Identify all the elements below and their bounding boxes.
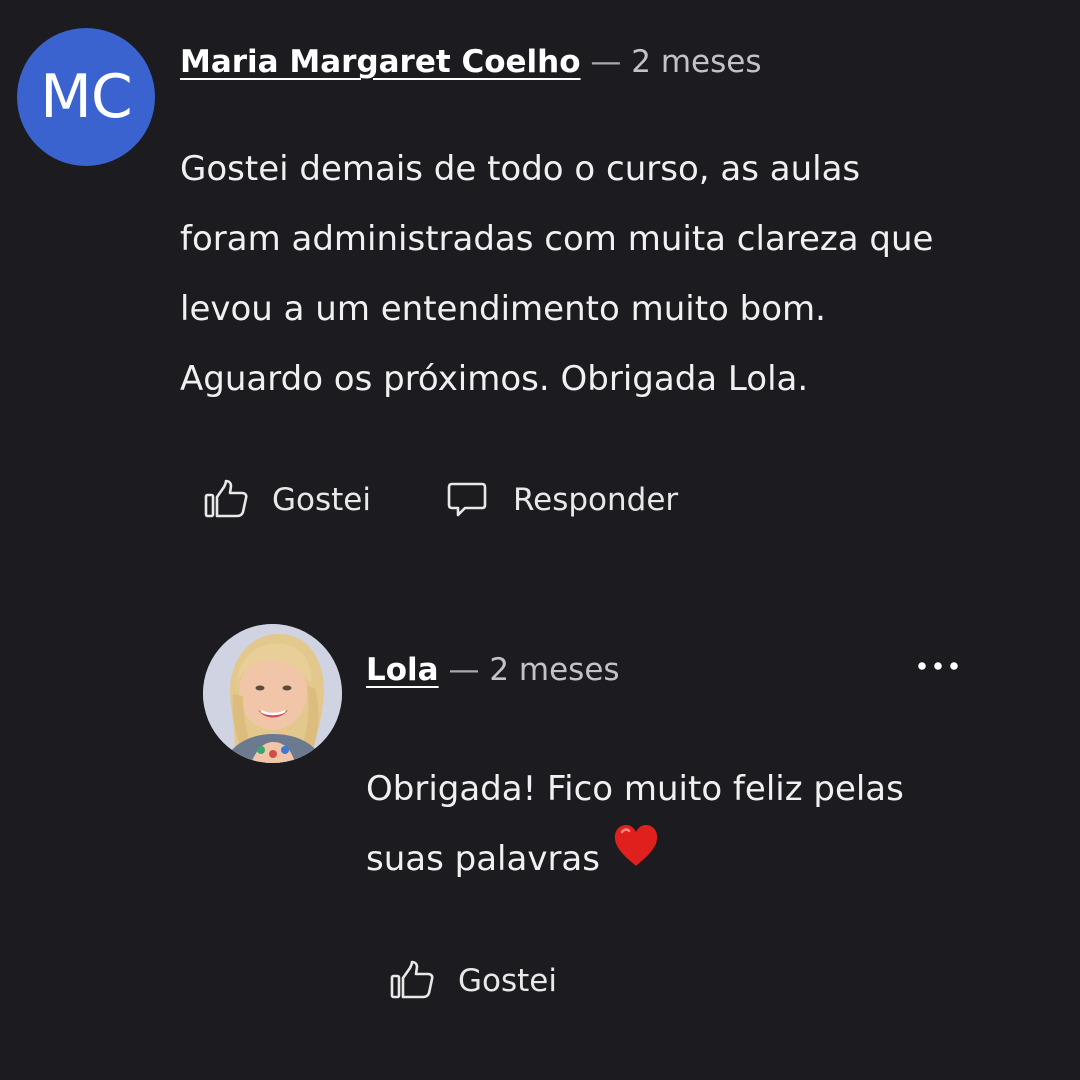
reply-actions: Gostei — [388, 957, 557, 1005]
speech-bubble-icon — [443, 476, 491, 524]
reply-line: Obrigada! Fico muito feliz pelas — [366, 769, 904, 809]
profile-photo-image — [203, 624, 342, 763]
thumbs-up-icon — [388, 957, 436, 1005]
like-label: Gostei — [272, 482, 371, 518]
avatar-initials: MC — [40, 62, 133, 132]
author-name-link[interactable]: Maria Margaret Coelho — [180, 44, 581, 80]
like-label: Gostei — [458, 963, 557, 999]
comment-text: Gostei demais de todo o curso, as aulas … — [180, 134, 1030, 414]
reply-author-link[interactable]: Lola — [366, 652, 439, 688]
reply-text: Obrigada! Fico muito feliz pelas suas pa… — [366, 754, 1006, 894]
timestamp: 2 meses — [489, 652, 620, 688]
comment-line: Gostei demais de todo o curso, as aulas — [180, 149, 861, 189]
comments-thread: MC Maria Margaret Coelho — 2 meses Goste… — [0, 0, 1080, 1080]
timestamp: 2 meses — [631, 44, 762, 80]
more-options-button[interactable] — [908, 646, 968, 686]
like-button[interactable]: Gostei — [388, 957, 557, 1005]
comment-line: levou a um entendimento muito bom. — [180, 289, 826, 329]
comment-actions: Gostei Responder — [202, 476, 678, 524]
heart-emoji-icon — [612, 822, 660, 892]
thumbs-up-icon — [202, 476, 250, 524]
separator: — — [590, 44, 622, 80]
reply-label: Responder — [512, 482, 679, 518]
like-button[interactable]: Gostei — [202, 476, 371, 524]
comment-line: foram administradas com muita clareza qu… — [180, 219, 934, 259]
more-horizontal-icon — [914, 657, 962, 676]
avatar[interactable]: MC — [17, 28, 155, 166]
separator: — — [448, 652, 480, 688]
reply-button[interactable]: Responder — [443, 476, 678, 524]
avatar-photo[interactable] — [203, 624, 342, 763]
reply-line: suas palavras — [366, 824, 1006, 894]
reply-line-text: suas palavras — [366, 839, 600, 879]
reply-header: Lola — 2 meses — [366, 646, 620, 694]
comment-line: Aguardo os próximos. Obrigada Lola. — [180, 359, 809, 399]
comment-header: Maria Margaret Coelho — 2 meses — [180, 38, 762, 86]
